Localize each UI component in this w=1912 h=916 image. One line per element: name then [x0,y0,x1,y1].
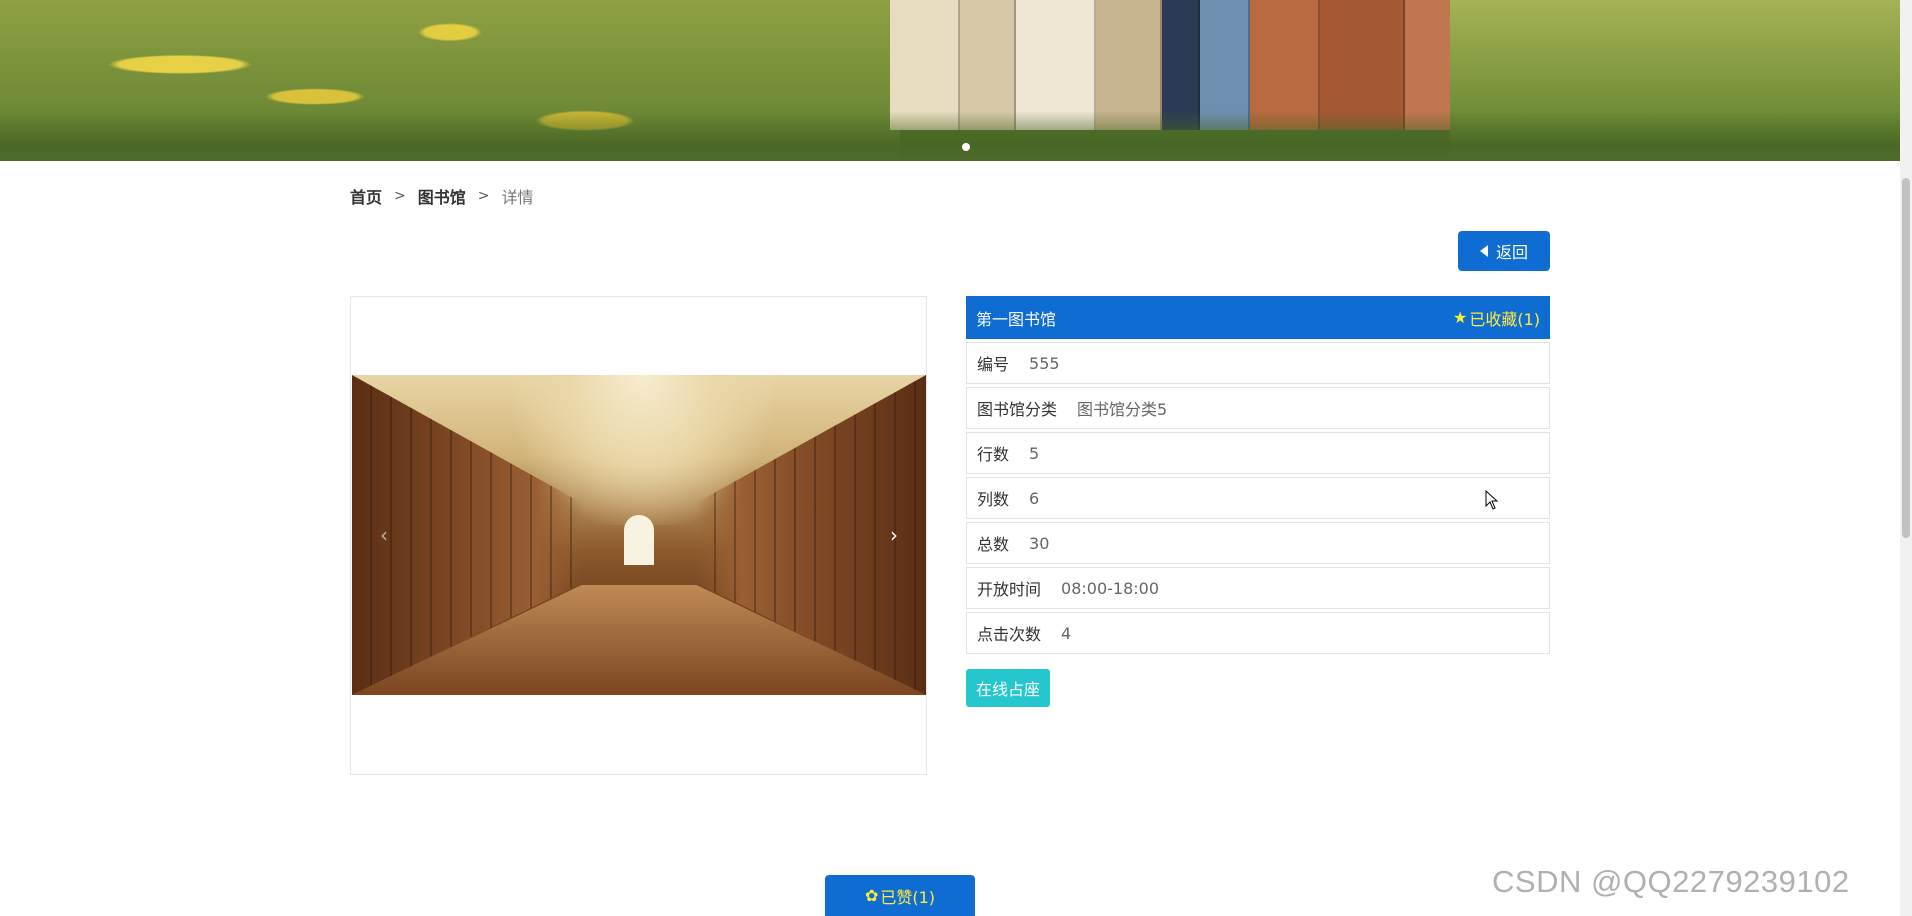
field-label: 点击次数 [977,625,1042,644]
library-photo: ‹ › [352,375,926,695]
star-icon: ★ [1452,308,1468,327]
info-row-columns: 列数 6 [966,477,1550,519]
field-value: 30 [1029,533,1050,553]
field-value: 6 [1029,488,1040,508]
breadcrumb-separator: > [477,188,490,204]
watermark: CSDN @QQ2279239102 [1492,864,1850,899]
breadcrumb-library[interactable]: 图书馆 [418,184,466,208]
field-label: 图书馆分类 [977,400,1058,419]
breadcrumb-home[interactable]: 首页 [350,184,382,208]
field-label: 编号 [977,355,1010,374]
library-title: 第一图书馆 [976,309,1057,329]
caret-left-icon [1479,245,1488,257]
breadcrumb-current: 详情 [501,188,534,207]
library-header: 第一图书馆 ★ 已收藏(1) [966,296,1550,339]
carousel-prev-icon[interactable]: ‹ [374,525,394,545]
breadcrumb: 首页 > 图书馆 > 详情 [350,184,534,208]
mouse-cursor-icon [1485,490,1499,510]
info-row-clicks: 点击次数 4 [966,612,1550,654]
field-value: 5 [1029,443,1040,463]
back-button[interactable]: 返回 [1458,231,1550,271]
favorite-button[interactable]: ★ 已收藏(1) [1453,306,1540,330]
info-row-rows: 行数 5 [966,432,1550,474]
scrollbar-thumb[interactable] [1902,178,1910,538]
field-value: 图书馆分类5 [1077,400,1168,419]
field-value: 4 [1061,623,1072,643]
info-row-category: 图书馆分类 图书馆分类5 [966,387,1550,429]
field-label: 开放时间 [977,580,1042,599]
field-label: 列数 [977,490,1010,509]
favorite-label: 已收藏(1) [1469,309,1540,329]
hero-banner [0,0,1900,161]
banner-foreground [0,111,1900,161]
library-info-panel: 第一图书馆 ★ 已收藏(1) 编号 555 图书馆分类 图书馆分类5 行数 5 … [966,296,1550,654]
info-row-open-hours: 开放时间 08:00-18:00 [966,567,1550,609]
like-label: 已赞(1) [880,887,936,907]
reserve-seat-button[interactable]: 在线占座 [966,669,1050,707]
page-scrollbar[interactable] [1900,0,1912,916]
field-label: 行数 [977,445,1010,464]
info-row-number: 编号 555 [966,342,1550,384]
carousel-next-icon[interactable]: › [884,525,904,545]
field-value: 555 [1029,353,1060,373]
thumbs-up-icon: ✿ [864,886,879,905]
info-row-total: 总数 30 [966,522,1550,564]
breadcrumb-separator: > [394,188,406,204]
field-label: 总数 [977,535,1010,554]
carousel-dot-active[interactable] [962,143,970,151]
like-button[interactable]: ✿ 已赞(1) [825,875,975,916]
back-button-label: 返回 [1495,243,1528,262]
image-carousel: ‹ › [350,296,927,775]
field-value: 08:00-18:00 [1061,578,1160,598]
